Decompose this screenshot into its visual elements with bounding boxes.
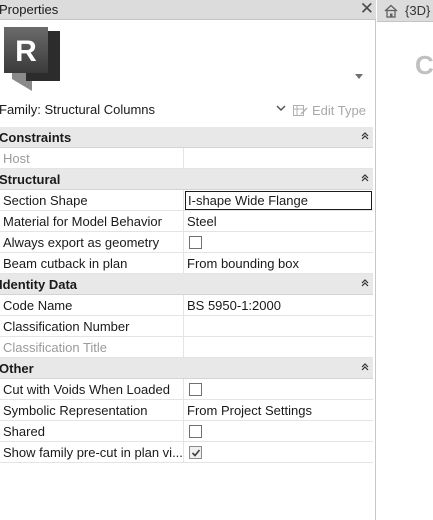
property-row-classification-number[interactable]: Classification Number — [0, 316, 373, 337]
property-name: Symbolic Representation — [0, 400, 184, 421]
property-value[interactable]: BS 5950-1:2000 — [185, 295, 373, 316]
property-row-code-name[interactable]: Code Name BS 5950-1:2000 — [0, 295, 373, 316]
property-value — [185, 337, 373, 358]
family-label[interactable]: Family: Structural Columns — [0, 102, 155, 117]
revit-logo-icon: R — [4, 27, 60, 91]
property-name: Material for Model Behavior — [0, 211, 184, 232]
property-row-material[interactable]: Material for Model Behavior Steel — [0, 211, 373, 232]
property-name: Host — [0, 148, 184, 169]
close-icon[interactable]: ✕ — [360, 0, 374, 19]
type-selector[interactable]: R — [0, 21, 373, 97]
property-value[interactable]: From Project Settings — [185, 400, 373, 421]
property-name: Show family pre-cut in plan vi... — [0, 442, 184, 463]
section-structural[interactable]: Structural — [0, 169, 373, 190]
view-cube-glyph: C — [415, 50, 433, 80]
property-row-show-precut[interactable]: Show family pre-cut in plan vi... — [0, 442, 373, 463]
collapse-icon[interactable] — [360, 131, 370, 141]
collapse-icon[interactable] — [360, 278, 370, 288]
property-row-cut-with-voids[interactable]: Cut with Voids When Loaded — [0, 379, 373, 400]
property-name: Code Name — [0, 295, 184, 316]
property-name: Shared — [0, 421, 184, 442]
property-row-beam-cutback[interactable]: Beam cutback in plan From bounding box — [0, 253, 373, 274]
properties-grid: Constraints Host Structural Section Shap… — [0, 127, 373, 463]
property-name: Cut with Voids When Loaded — [0, 379, 184, 400]
chevron-down-icon[interactable] — [274, 101, 288, 115]
property-name: Section Shape — [0, 190, 184, 211]
edit-type-button[interactable]: Edit Type — [292, 101, 366, 119]
show-precut-checkbox[interactable] — [189, 446, 202, 459]
family-selector-row: Family: Structural Columns Edit Type — [0, 98, 373, 122]
properties-panel: Properties ✕ R Family: Structural Column… — [0, 0, 376, 520]
property-row-always-export[interactable]: Always export as geometry — [0, 232, 373, 253]
section-title: Constraints — [0, 130, 72, 145]
properties-titlebar: Properties ✕ — [0, 0, 376, 20]
checkmark-icon — [191, 449, 201, 457]
property-row-classification-title[interactable]: Classification Title — [0, 337, 373, 358]
always-export-checkbox[interactable] — [189, 236, 202, 249]
property-value[interactable] — [185, 316, 373, 337]
type-dropdown-arrow-icon[interactable] — [355, 74, 363, 79]
property-name: Classification Title — [0, 337, 184, 358]
section-title: Other — [0, 361, 34, 376]
collapse-icon[interactable] — [360, 362, 370, 372]
edit-type-icon — [293, 105, 308, 116]
property-name: Always export as geometry — [0, 232, 184, 253]
section-identity-data[interactable]: Identity Data — [0, 274, 373, 295]
shared-checkbox[interactable] — [189, 425, 202, 438]
property-value[interactable]: Steel — [185, 211, 373, 232]
logo-letter: R — [15, 35, 37, 68]
section-shape-field[interactable]: I-shape Wide Flange — [185, 191, 372, 210]
edit-type-label: Edit Type — [312, 102, 366, 118]
property-name: Classification Number — [0, 316, 184, 337]
property-row-section-shape[interactable]: Section Shape I-shape Wide Flange — [0, 190, 373, 211]
section-title: Identity Data — [0, 277, 78, 292]
section-other[interactable]: Other — [0, 358, 373, 379]
property-row-symbolic-representation[interactable]: Symbolic Representation From Project Set… — [0, 400, 373, 421]
property-value — [185, 148, 373, 169]
properties-title: Properties — [0, 2, 59, 17]
cut-with-voids-checkbox[interactable] — [189, 383, 202, 396]
view-tab-3d[interactable]: {3D} — [377, 0, 433, 22]
section-title: Structural — [0, 172, 61, 187]
property-value[interactable]: From bounding box — [185, 253, 373, 274]
home-icon[interactable] — [383, 3, 399, 19]
collapse-icon[interactable] — [360, 173, 370, 183]
view-canvas[interactable]: C — [377, 22, 433, 520]
property-name: Beam cutback in plan — [0, 253, 184, 274]
property-row-shared[interactable]: Shared — [0, 421, 373, 442]
property-row-host[interactable]: Host — [0, 148, 373, 169]
section-constraints[interactable]: Constraints — [0, 127, 373, 148]
view-tab-label[interactable]: {3D} — [405, 3, 430, 18]
